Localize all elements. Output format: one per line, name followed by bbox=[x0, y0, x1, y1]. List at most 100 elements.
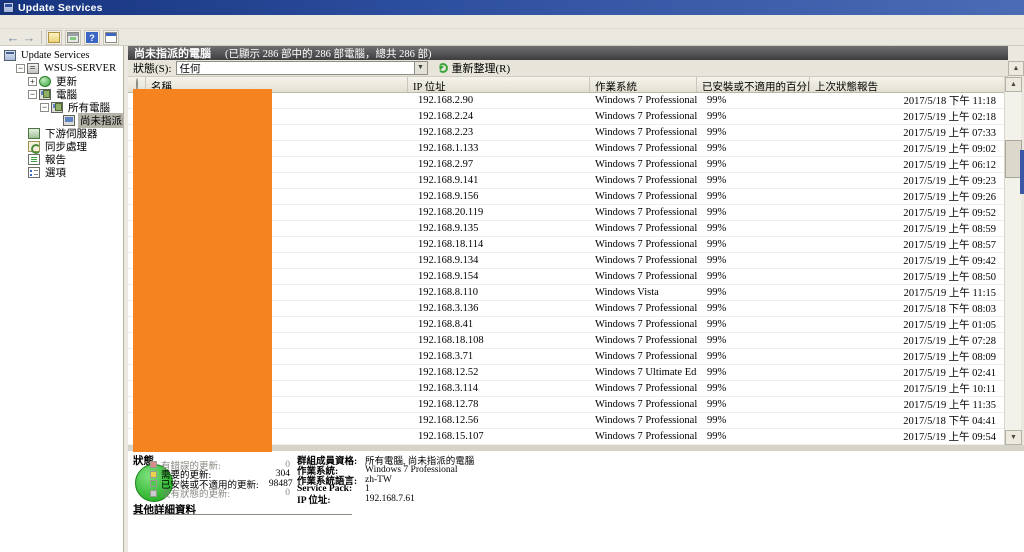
legend-value: 0 bbox=[285, 459, 290, 470]
tree-item-icon bbox=[4, 50, 16, 61]
refresh-icon bbox=[437, 63, 448, 73]
row-ip-cell: 192.168.2.23 bbox=[418, 127, 474, 138]
row-percent-cell: 99% bbox=[707, 239, 727, 250]
row-percent-cell: 99% bbox=[707, 303, 727, 314]
row-last-report-cell: 2017/5/19 上午 10:11 bbox=[903, 384, 996, 395]
row-os-cell: Windows 7 Professional bbox=[595, 191, 697, 202]
tree-item-icon bbox=[51, 102, 63, 113]
row-os-cell: Windows 7 Professional bbox=[595, 399, 697, 410]
row-ip-cell: 192.168.12.52 bbox=[418, 367, 479, 378]
row-percent-cell: 99% bbox=[707, 335, 727, 346]
row-ip-cell: 192.168.3.71 bbox=[418, 351, 474, 362]
legend-value: 304 bbox=[275, 469, 290, 480]
row-os-cell: Windows 7 Professional bbox=[595, 175, 697, 186]
column-header-ip[interactable]: IP 位址 bbox=[408, 77, 590, 92]
row-os-cell: Windows 7 Professional bbox=[595, 95, 697, 106]
row-ip-cell: 192.168.9.135 bbox=[418, 223, 479, 234]
tree-expander[interactable]: − bbox=[40, 103, 49, 112]
row-ip-cell: 192.168.8.110 bbox=[418, 287, 478, 298]
status-filter-dropdown[interactable]: 任何 ▼ bbox=[175, 61, 428, 75]
row-last-report-cell: 2017/5/19 上午 06:12 bbox=[903, 160, 996, 171]
row-last-report-cell: 2017/5/19 上午 08:09 bbox=[903, 352, 996, 363]
help-icon[interactable]: ? bbox=[84, 29, 100, 45]
back-icon[interactable]: ← bbox=[5, 31, 21, 44]
row-last-report-cell: 2017/5/19 上午 01:05 bbox=[903, 320, 996, 331]
export-list-icon[interactable] bbox=[46, 29, 62, 45]
info-row: 作業系統語言: zh-TW bbox=[297, 475, 597, 487]
details-panel: 狀態 有錯誤的更新: 0 需要的更新: 304 已安裝或不適用的更新: 9848… bbox=[128, 451, 1024, 552]
window-edge-artifact bbox=[1020, 150, 1024, 194]
row-percent-cell: 99% bbox=[707, 143, 727, 154]
row-percent-cell: 99% bbox=[707, 111, 727, 122]
row-percent-cell: 99% bbox=[707, 415, 727, 426]
pane-scroll-up-button[interactable]: ▲ bbox=[1008, 61, 1024, 76]
chevron-down-icon[interactable]: ▼ bbox=[413, 62, 427, 74]
row-os-cell: Windows 7 Professional bbox=[595, 303, 697, 314]
row-os-cell: Windows 7 Professional bbox=[595, 255, 697, 266]
row-last-report-cell: 2017/5/19 上午 09:42 bbox=[903, 256, 996, 267]
info-value: 1 bbox=[365, 484, 370, 495]
column-header-last-report[interactable]: 上次狀態報告 bbox=[810, 77, 1004, 92]
info-label: IP 位址: bbox=[297, 496, 331, 507]
row-os-cell: Windows 7 Professional bbox=[595, 207, 697, 218]
tree-item[interactable]: 選項 bbox=[0, 166, 123, 179]
row-percent-cell: 99% bbox=[707, 383, 727, 394]
row-ip-cell: 192.168.18.114 bbox=[418, 239, 484, 250]
tree-expander[interactable]: + bbox=[28, 77, 37, 86]
row-ip-cell: 192.168.2.97 bbox=[418, 159, 474, 170]
row-last-report-cell: 2017/5/19 上午 02:41 bbox=[903, 368, 996, 379]
column-header-percent[interactable]: 已安裝或不適用的百分比 △ bbox=[697, 77, 810, 92]
forward-icon[interactable]: → bbox=[21, 31, 37, 44]
legend-swatch bbox=[150, 470, 157, 478]
row-percent-cell: 99% bbox=[707, 351, 727, 362]
row-percent-cell: 99% bbox=[707, 431, 727, 442]
scroll-up-icon[interactable]: ▲ bbox=[1005, 77, 1022, 92]
filter-bar: 狀態(S): 任何 ▼ 重新整理(R) bbox=[128, 60, 1008, 77]
row-last-report-cell: 2017/5/18 下午 04:41 bbox=[903, 416, 996, 427]
row-ip-cell: 192.168.3.136 bbox=[418, 303, 479, 314]
row-percent-cell: 99% bbox=[707, 223, 727, 234]
row-ip-cell: 192.168.9.141 bbox=[418, 175, 479, 186]
legend-value: 0 bbox=[285, 488, 290, 499]
row-ip-cell: 192.168.18.108 bbox=[418, 335, 484, 346]
legend-swatch bbox=[150, 489, 157, 497]
row-ip-cell: 192.168.8.41 bbox=[418, 319, 474, 330]
row-os-cell: Windows 7 Professional bbox=[595, 127, 697, 138]
status-filter-label: 狀態(S): bbox=[133, 63, 172, 75]
view-summary: (已顯示 286 部中的 286 部電腦，總共 286 部) bbox=[225, 48, 432, 60]
row-last-report-cell: 2017/5/19 上午 11:35 bbox=[903, 400, 996, 411]
row-last-report-cell: 2017/5/19 上午 07:33 bbox=[903, 128, 996, 139]
tree-expander[interactable]: − bbox=[16, 64, 25, 73]
legend-value: 98487 bbox=[268, 478, 293, 489]
tree-item-icon bbox=[28, 141, 41, 154]
row-last-report-cell: 2017/5/19 上午 07:28 bbox=[903, 336, 996, 347]
row-percent-cell: 99% bbox=[707, 127, 727, 138]
scroll-down-icon[interactable]: ▼ bbox=[1005, 430, 1022, 445]
tree-item[interactable]: Update Services bbox=[0, 49, 123, 62]
row-os-cell: Windows 7 Ultimate Edition bbox=[595, 367, 697, 378]
row-ip-cell: 192.168.12.78 bbox=[418, 399, 479, 410]
tree-expander[interactable]: − bbox=[28, 90, 37, 99]
column-header-os[interactable]: 作業系統 bbox=[590, 77, 697, 92]
toolbar-separator bbox=[41, 30, 42, 44]
row-percent-cell: 99% bbox=[707, 287, 727, 298]
row-percent-cell: 99% bbox=[707, 271, 727, 282]
row-last-report-cell: 2017/5/19 上午 08:50 bbox=[903, 272, 996, 283]
sort-ascending-icon: △ bbox=[800, 82, 806, 89]
show-console-tree-icon[interactable] bbox=[65, 29, 81, 45]
table-vertical-scrollbar[interactable]: ▲ ▼ bbox=[1004, 77, 1022, 445]
refresh-button[interactable]: 重新整理(R) bbox=[437, 60, 511, 76]
refresh-label: 重新整理(R) bbox=[451, 63, 511, 75]
window-title: Update Services bbox=[18, 1, 103, 14]
row-ip-cell: 192.168.2.90 bbox=[418, 95, 474, 106]
row-os-cell: Windows Vista bbox=[595, 287, 659, 298]
row-ip-cell: 192.168.15.107 bbox=[418, 431, 484, 442]
tree-item-label: WSUS-SERVER bbox=[44, 63, 117, 74]
row-ip-cell: 192.168.2.24 bbox=[418, 111, 474, 122]
redaction-block-name-column bbox=[133, 89, 272, 452]
info-value: 192.168.7.61 bbox=[365, 494, 415, 505]
row-percent-cell: 99% bbox=[707, 175, 727, 186]
show-action-pane-icon[interactable] bbox=[103, 29, 119, 45]
computer-info: 群組成員資格: 所有電腦, 尚未指派的電腦 作業系統: Windows 7 Pr… bbox=[297, 455, 597, 507]
row-last-report-cell: 2017/5/19 上午 08:59 bbox=[903, 224, 996, 235]
